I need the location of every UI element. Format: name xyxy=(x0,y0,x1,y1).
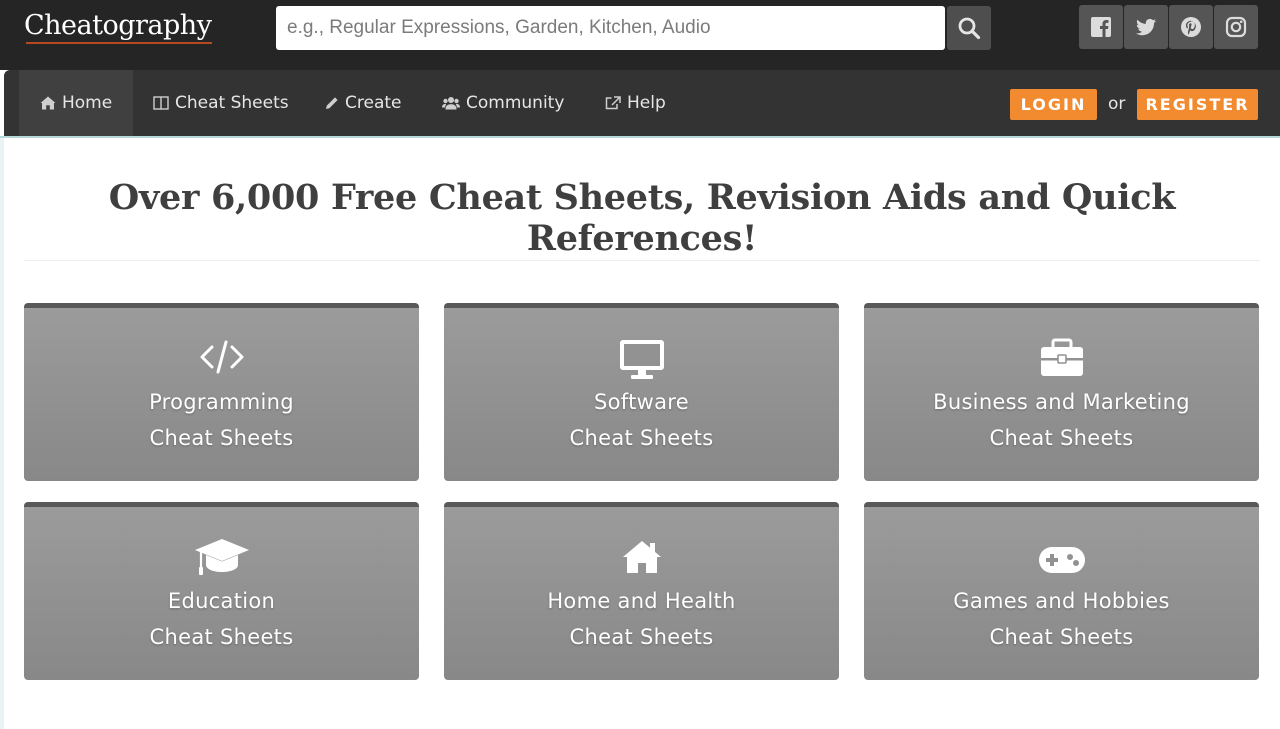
category-tile-software[interactable]: Software Cheat Sheets xyxy=(444,303,839,481)
briefcase-icon xyxy=(1040,338,1083,376)
nav-home-label: Home xyxy=(62,93,113,113)
pencil-icon xyxy=(326,97,338,109)
category-tile-games-and-hobbies[interactable]: Games and Hobbies Cheat Sheets xyxy=(864,502,1259,680)
search-icon xyxy=(958,17,981,40)
nav-community[interactable]: Community xyxy=(442,70,564,136)
nav-cheat-sheets-label: Cheat Sheets xyxy=(175,93,289,113)
category-tile-programming[interactable]: Programming Cheat Sheets xyxy=(24,303,419,481)
home-icon xyxy=(622,541,661,573)
code-icon xyxy=(200,340,243,374)
category-subtitle: Cheat Sheets xyxy=(989,625,1134,649)
nav-community-label: Community xyxy=(466,93,565,113)
page-headline: Over 6,000 Free Cheat Sheets, Revision A… xyxy=(108,177,1176,259)
category-tile-home-and-health[interactable]: Home and Health Cheat Sheets xyxy=(444,502,839,680)
category-title: Games and Hobbies xyxy=(953,589,1170,613)
logo-underline xyxy=(26,42,212,44)
external-link-icon xyxy=(605,96,621,110)
nav-create[interactable]: Create xyxy=(325,70,402,136)
category-tile-business-and-marketing[interactable]: Business and Marketing Cheat Sheets xyxy=(864,303,1259,481)
category-title: Home and Health xyxy=(547,589,736,613)
category-subtitle: Cheat Sheets xyxy=(569,426,714,450)
category-title: Programming xyxy=(149,390,294,414)
twitter-button[interactable] xyxy=(1124,5,1168,49)
search-input[interactable] xyxy=(276,6,945,50)
category-subtitle: Cheat Sheets xyxy=(149,426,294,450)
category-subtitle: Cheat Sheets xyxy=(569,625,714,649)
nav-help-label: Help xyxy=(627,93,666,113)
facebook-icon xyxy=(1091,17,1111,37)
site-logo[interactable]: Cheatography xyxy=(24,10,212,41)
facebook-button[interactable] xyxy=(1079,5,1123,49)
nav-accent-line xyxy=(0,136,1280,138)
home-icon xyxy=(40,96,56,110)
twitter-icon xyxy=(1136,18,1156,36)
pinterest-icon xyxy=(1181,17,1201,37)
nav-cheat-sheets[interactable]: Cheat Sheets xyxy=(153,70,289,136)
page-left-edge xyxy=(0,138,4,729)
category-title: Education xyxy=(167,589,276,613)
gamepad-icon xyxy=(1038,547,1085,573)
instagram-button[interactable] xyxy=(1214,5,1258,49)
register-button[interactable]: REGISTER xyxy=(1137,89,1258,120)
book-icon xyxy=(153,96,169,110)
login-button[interactable]: LOGIN xyxy=(1010,89,1097,120)
nav-create-label: Create xyxy=(345,93,402,113)
nav-home[interactable]: Home xyxy=(19,70,134,136)
category-tile-education[interactable]: Education Cheat Sheets xyxy=(24,502,419,680)
pinterest-button[interactable] xyxy=(1169,5,1213,49)
search-button[interactable] xyxy=(947,6,991,50)
category-title: Business and Marketing xyxy=(933,390,1190,414)
users-icon xyxy=(442,97,460,110)
headline-divider xyxy=(24,260,1260,261)
or-text: or xyxy=(1108,94,1126,114)
nav-help[interactable]: Help xyxy=(605,70,666,136)
category-title: Software xyxy=(594,390,689,414)
monitor-icon xyxy=(619,340,664,379)
category-subtitle: Cheat Sheets xyxy=(989,426,1134,450)
graduation-cap-icon xyxy=(194,539,249,575)
instagram-icon xyxy=(1225,16,1247,38)
category-subtitle: Cheat Sheets xyxy=(149,625,294,649)
